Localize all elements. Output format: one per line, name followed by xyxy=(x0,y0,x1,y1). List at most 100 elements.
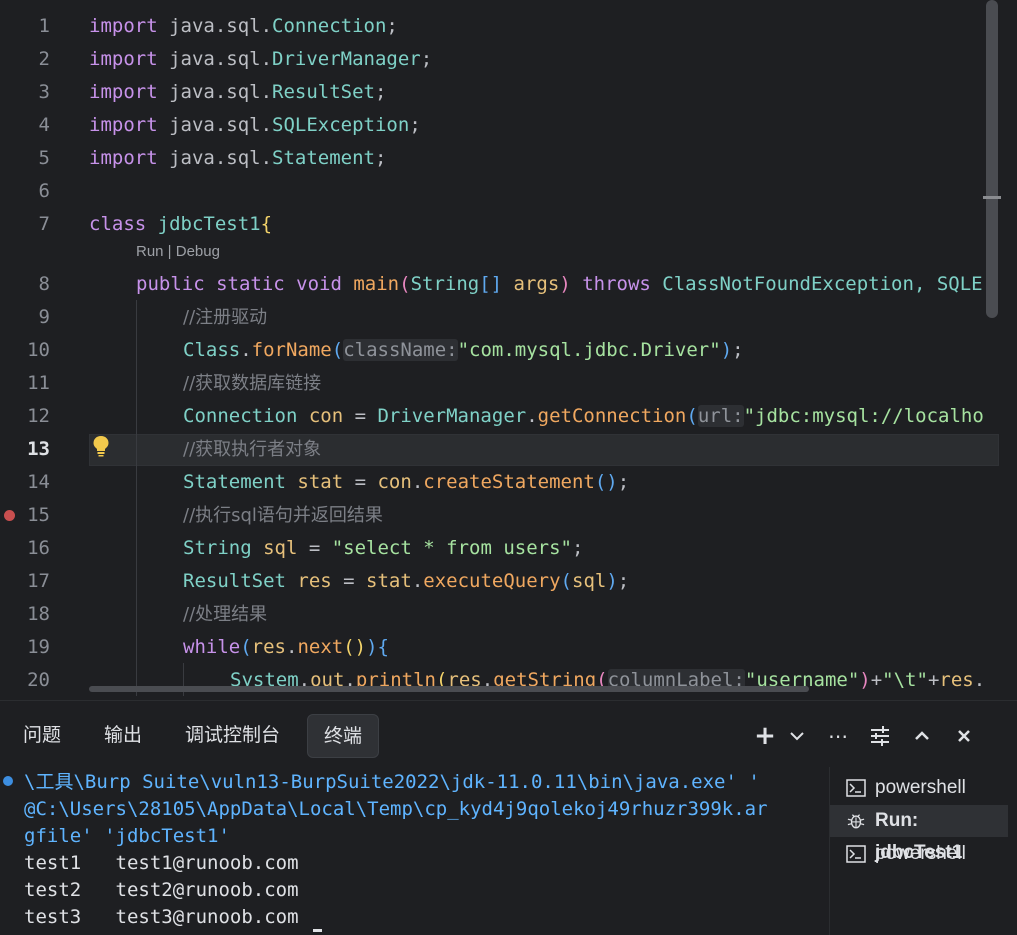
debug-bug-icon xyxy=(847,814,865,829)
bottom-panel: 问题 输出 调试控制台 终端 + ⋯ \工具\Burp Suite\vuln13… xyxy=(0,700,1017,935)
token-punct: ; xyxy=(409,114,421,136)
token-punct: ; xyxy=(617,570,630,592)
token-punct: ; xyxy=(617,471,630,493)
token-variable: stat xyxy=(366,570,412,592)
lightbulb-icon[interactable] xyxy=(92,435,110,457)
token-punct: . xyxy=(411,570,424,592)
token-paren: ( xyxy=(686,405,698,427)
session-run-jdbctest1[interactable]: Run: jdbcTest1 xyxy=(830,805,1008,863)
token-paren: ) xyxy=(859,669,871,691)
horizontal-scrollbar[interactable] xyxy=(89,686,809,692)
token-class: Statement xyxy=(272,147,375,169)
token-punct: . xyxy=(526,405,538,427)
code-line[interactable]: class jdbcTest1{ xyxy=(89,208,272,241)
token-comment: //执行sql语句并返回结果 xyxy=(183,505,383,526)
terminal-line: @C:\Users\28105\AppData\Local\Temp\cp_ky… xyxy=(24,798,768,820)
token-comment: //处理结果 xyxy=(183,604,268,625)
session-label: powershell xyxy=(875,843,966,864)
token-punct: . xyxy=(973,669,986,691)
run-debug-codelens[interactable]: Run | Debug xyxy=(136,243,220,260)
token-class: ClassNotFoundException xyxy=(650,273,914,295)
token-keyword: import xyxy=(89,114,158,136)
code-line[interactable]: import java.sql.SQLException; xyxy=(89,109,421,142)
line-number: 4 xyxy=(38,114,50,136)
token-class: jdbcTest1 xyxy=(146,213,261,235)
token-keyword: import xyxy=(89,81,158,103)
code-line[interactable]: public static void main(String[] args) t… xyxy=(136,268,983,301)
vertical-scrollbar[interactable] xyxy=(986,0,998,318)
code-line[interactable]: //执行sql语句并返回结果 xyxy=(183,499,383,532)
code-line[interactable]: import java.sql.DriverManager; xyxy=(89,43,432,76)
token-operator: = xyxy=(343,471,378,493)
token-punct: ; xyxy=(374,147,387,169)
session-powershell[interactable]: powershell xyxy=(830,772,1008,804)
token-package: java.sql. xyxy=(157,48,273,70)
token-class: SQLException xyxy=(272,114,410,136)
code-editor[interactable]: 1 2 3 4 5 6 7 8 9 10 11 12 13 14 15 16 1… xyxy=(0,0,1017,696)
maximize-panel-chevron-up-icon[interactable] xyxy=(907,721,937,751)
code-line[interactable]: String sql = "select * from users"; xyxy=(183,532,583,565)
token-keyword: import xyxy=(89,48,158,70)
token-package: java.sql. xyxy=(157,114,273,136)
token-punct: . xyxy=(240,339,252,361)
code-line[interactable]: import java.sql.Statement; xyxy=(89,142,386,175)
token-comment: //获取执行者对象 xyxy=(183,439,322,460)
code-line[interactable]: import java.sql.ResultSet; xyxy=(89,76,386,109)
code-line[interactable]: //获取执行者对象 xyxy=(183,433,321,466)
token-class: DriverManager xyxy=(377,405,527,427)
token-paren: ) xyxy=(366,636,378,658)
code-line[interactable]: while(res.next()){ xyxy=(183,631,389,664)
token-function: executeQuery xyxy=(423,570,561,592)
sliders-icon[interactable] xyxy=(865,721,895,751)
terminal-icon xyxy=(846,845,866,863)
line-number-active: 13 xyxy=(27,438,50,460)
line-number: 3 xyxy=(38,81,50,103)
token-comment: //注册驱动 xyxy=(183,307,268,328)
code-line[interactable]: Statement stat = con.createStatement(); xyxy=(183,466,629,499)
token-punct: ; xyxy=(374,81,387,103)
code-line[interactable]: ResultSet res = stat.executeQuery(sql); xyxy=(183,565,629,598)
line-number: 16 xyxy=(27,537,50,559)
indent-guide xyxy=(136,300,137,696)
tab-problems[interactable]: 问题 xyxy=(7,714,77,758)
line-number: 12 xyxy=(27,405,50,427)
scrollbar-marker xyxy=(983,196,1001,199)
code-line[interactable]: Class.forName(className:"com.mysql.jdbc.… xyxy=(183,334,744,367)
token-class: String xyxy=(410,273,480,295)
line-number: 11 xyxy=(27,372,50,394)
more-actions-icon[interactable]: ⋯ xyxy=(823,721,853,751)
token-class: String xyxy=(183,537,252,559)
line-number-gutter[interactable]: 1 2 3 4 5 6 7 8 9 10 11 12 13 14 15 16 1… xyxy=(0,0,80,696)
code-line[interactable]: //处理结果 xyxy=(183,598,267,631)
new-terminal-plus-icon[interactable]: + xyxy=(750,721,780,751)
tab-terminal[interactable]: 终端 xyxy=(307,714,380,758)
line-number: 19 xyxy=(27,636,50,658)
tab-output[interactable]: 输出 xyxy=(88,714,158,758)
close-icon[interactable] xyxy=(949,721,979,751)
code-line[interactable]: import java.sql.Connection; xyxy=(89,10,398,43)
parameter-hint: className: xyxy=(343,339,458,361)
token-keyword: while xyxy=(183,636,241,658)
code-line[interactable]: //注册驱动 xyxy=(183,301,267,334)
line-number: 9 xyxy=(38,306,50,328)
token-function: forName xyxy=(251,339,332,361)
session-powershell-2[interactable]: powershell xyxy=(830,838,1008,870)
code-line[interactable]: //获取数据库链接 xyxy=(183,367,321,400)
line-number: 5 xyxy=(38,147,50,169)
token-keyword: static xyxy=(204,273,285,295)
terminal-status-dot xyxy=(3,776,13,786)
token-variable: con xyxy=(377,471,412,493)
tab-debug-console[interactable]: 调试控制台 xyxy=(169,714,296,758)
token-operator: + xyxy=(927,669,940,691)
token-string: "\t" xyxy=(882,669,928,691)
code-line[interactable]: Connection con = DriverManager.getConnec… xyxy=(183,400,984,433)
line-number: 20 xyxy=(27,669,50,691)
token-punct: ; xyxy=(732,339,744,361)
terminal-output[interactable]: \工具\Burp Suite\vuln13-BurpSuite2022\jdk-… xyxy=(0,767,826,935)
chevron-down-icon[interactable] xyxy=(782,721,812,751)
line-number: 1 xyxy=(38,15,50,37)
line-number: 8 xyxy=(38,273,50,295)
terminal-line: test2 test2@runoob.com xyxy=(24,879,299,901)
token-keyword: throws xyxy=(570,273,651,295)
breakpoint-icon[interactable] xyxy=(4,510,15,521)
